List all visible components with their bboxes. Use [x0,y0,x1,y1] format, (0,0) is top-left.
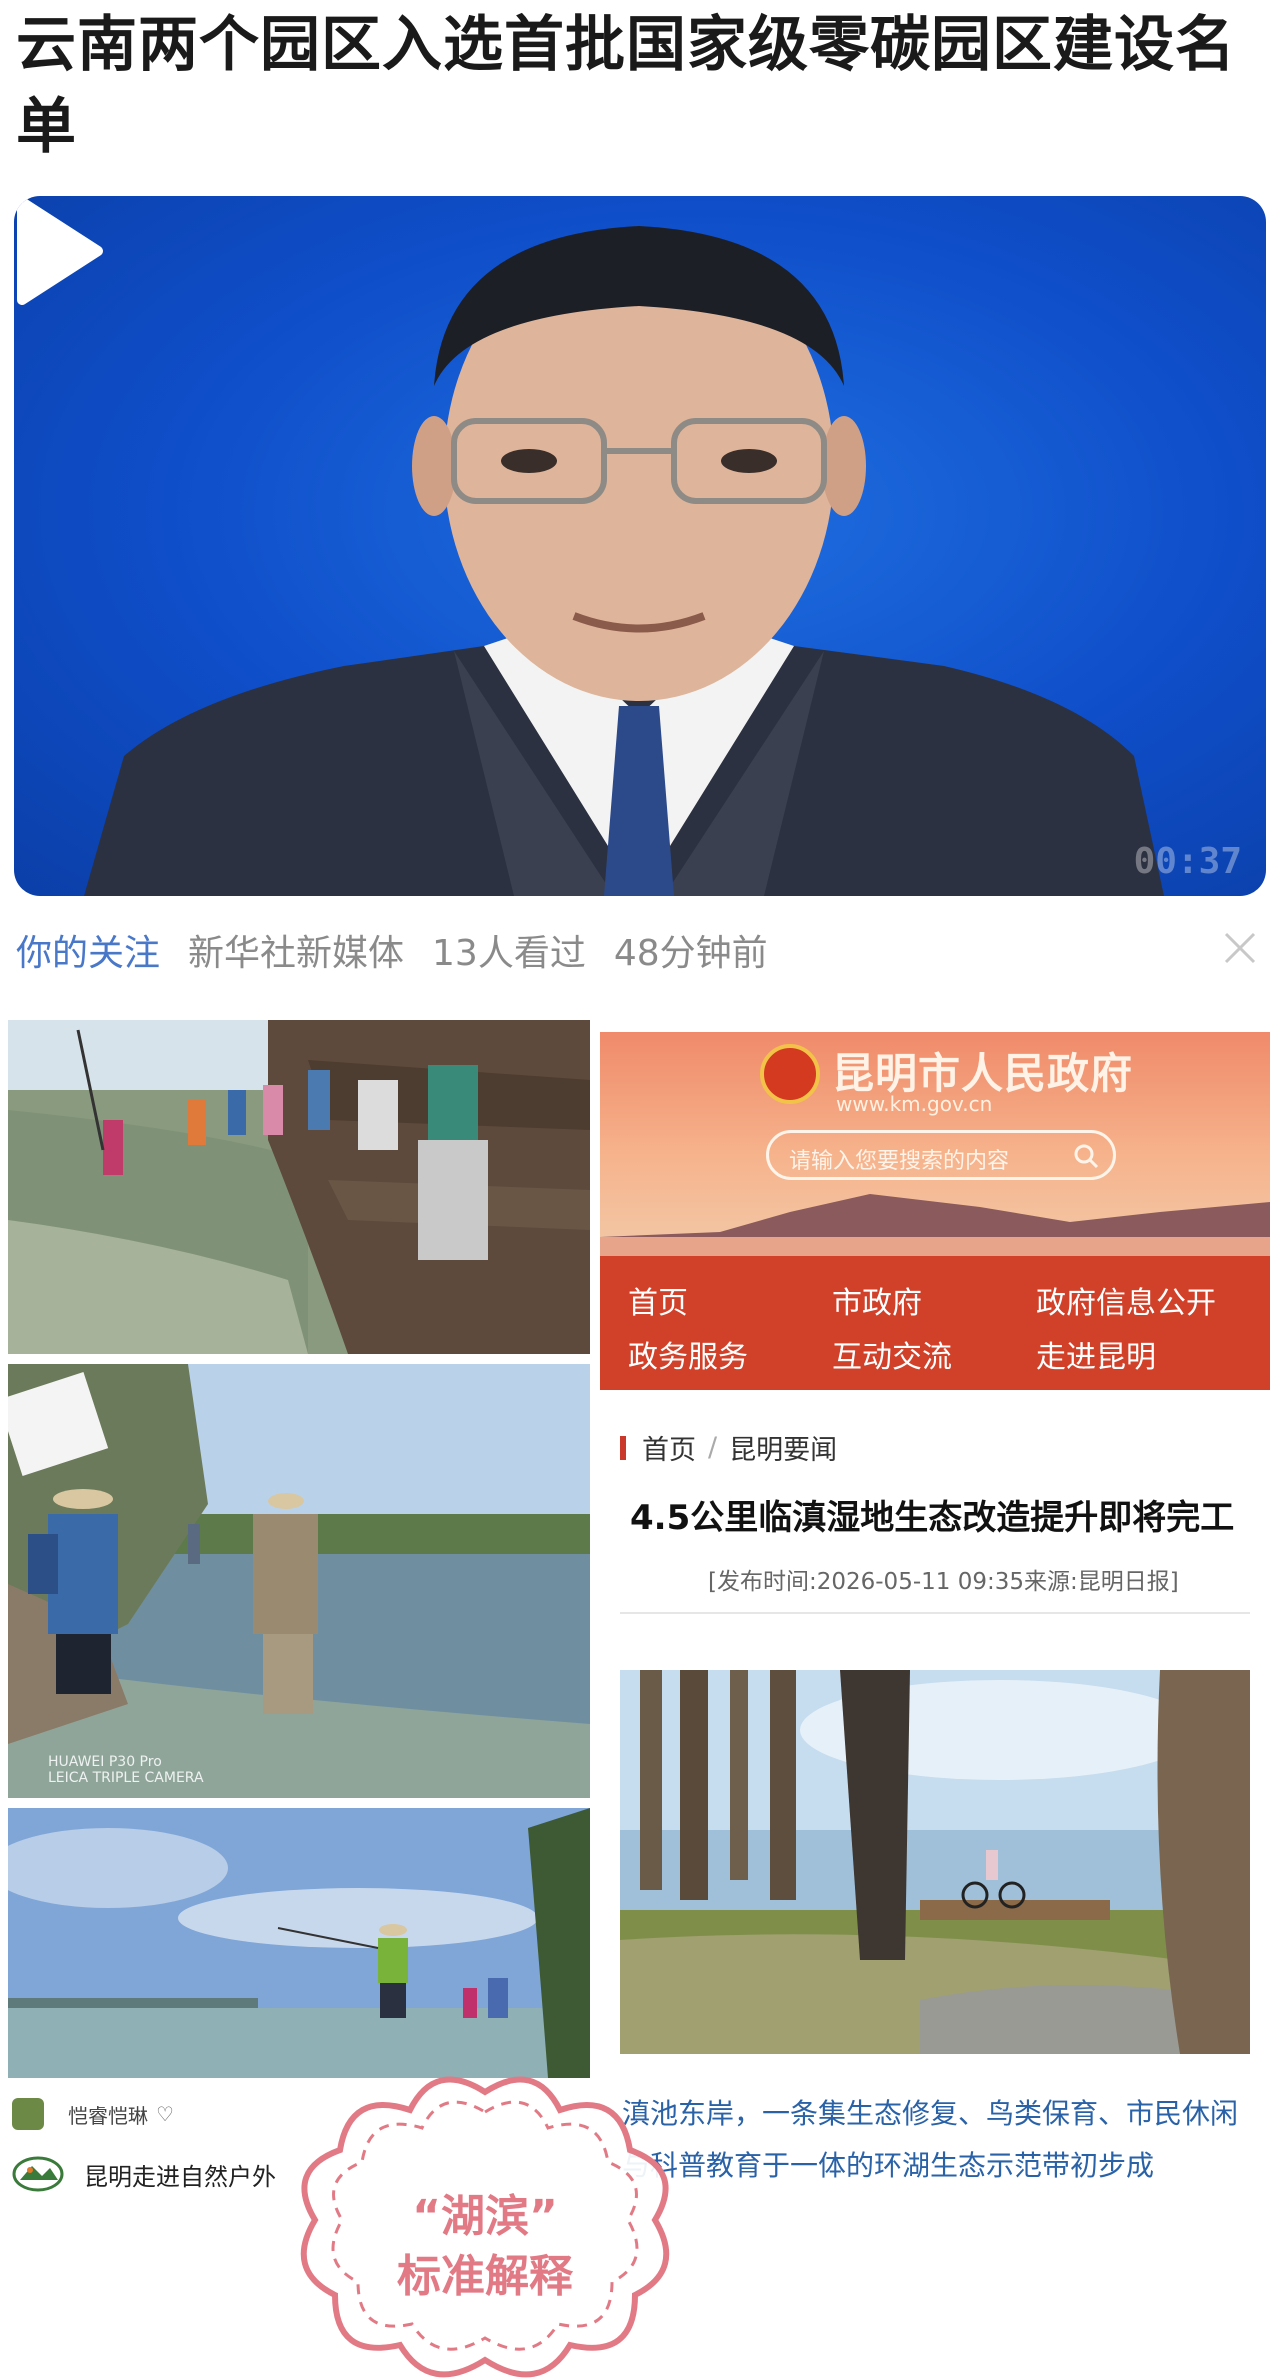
divider [620,1612,1250,1614]
video-player[interactable]: 00:37 [14,196,1266,896]
national-emblem-icon [760,1044,820,1104]
gov-nav-about-kunming[interactable]: 走进昆明 [1036,1332,1156,1376]
breadcrumb-marker [620,1435,626,1460]
gov-search-placeholder: 请输入您要搜索的内容 [789,1149,1010,1174]
mountain-banner [600,1194,1270,1256]
breadcrumb-home[interactable]: 首页 [642,1428,696,1467]
gov-nav-services[interactable]: 政务服务 [628,1332,748,1376]
view-count: 13人看过 [432,933,586,974]
article-excerpt[interactable]: 滇池东岸，一条集生态修复、鸟类保育、市民休闲与科普教育于一体的环湖生态示范带初步… [622,2088,1262,2192]
publisher-logo-icon [12,2156,64,2192]
article-title: 4.5公里临滇湿地生态改造提升即将完工 [630,1498,1235,1538]
heart-icon[interactable]: ♡ [156,2102,174,2126]
stamp-line-2: 标准解释 [397,2251,573,2302]
photo-lakeside-trees-cyclist[interactable] [620,1670,1250,2054]
camera-watermark: HUAWEI P30 Pro LEICA TRIPLE CAMERA [48,1754,204,1786]
gov-nav-bar: 首页 市政府 政府信息公开 政务服务 互动交流 走进昆明 [600,1256,1270,1390]
gov-nav-info-disclosure[interactable]: 政府信息公开 [1036,1278,1216,1322]
breadcrumb: 首页 / 昆明要闻 [620,1428,837,1467]
post-time: 48分钟前 [613,933,768,974]
article-headline: 云南两个园区入选首批国家级零碳园区建设名单 [16,10,1236,162]
photo-hikers-wading[interactable]: HUAWEI P30 Pro LEICA TRIPLE CAMERA [8,1364,590,1798]
breadcrumb-separator: / [708,1432,718,1463]
search-icon[interactable] [1073,1143,1099,1169]
avatar [12,2098,44,2130]
commenter-row[interactable]: 恺睿恺琳 ♡ [12,2098,174,2130]
photo-lakeshore-cliff-hikers[interactable] [8,1020,590,1354]
gov-nav-government[interactable]: 市政府 [832,1278,922,1322]
gov-nav-interaction[interactable]: 互动交流 [832,1332,952,1376]
article-date-line: [发布时间:2026-05-11 09:35来源:昆明日报] [708,1569,1179,1595]
commenter-name: 恺睿恺琳 [68,2103,148,2128]
publisher-row[interactable]: 昆明走进自然户外 [12,2156,276,2192]
play-icon[interactable] [14,196,104,306]
stamp-line-1: “湖滨” [412,2191,558,2242]
close-icon[interactable] [1220,928,1260,968]
follow-label[interactable]: 你的关注 [16,924,160,976]
source-name[interactable]: 新华社新媒体 [188,924,404,976]
gov-site-url: www.km.gov.cn [836,1092,993,1116]
video-duration: 00:37 [1133,841,1242,882]
breadcrumb-section[interactable]: 昆明要闻 [729,1428,837,1467]
video-thumbnail [84,226,1164,896]
overlay-stamp: “湖滨” 标准解释 [290,2070,680,2378]
feed-meta-row: 你的关注 新华社新媒体 13人看过 48分钟前 [16,920,1266,980]
gov-search-input[interactable]: 请输入您要搜索的内容 [766,1130,1116,1180]
gov-website-screenshot[interactable]: 昆明市人民政府 www.km.gov.cn 请输入您要搜索的内容 首页 市政府 … [600,1032,1270,1390]
publisher-name: 昆明走进自然户外 [84,2162,276,2191]
photo-angler-lake[interactable] [8,1808,590,2078]
gov-nav-home[interactable]: 首页 [628,1278,688,1322]
